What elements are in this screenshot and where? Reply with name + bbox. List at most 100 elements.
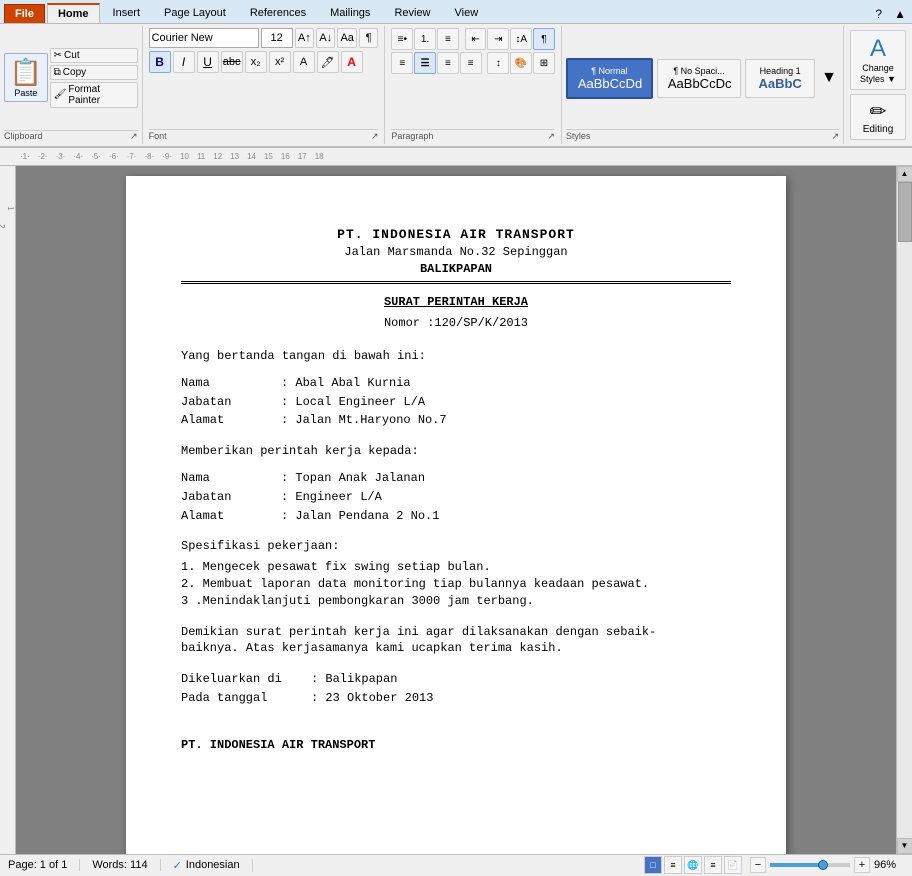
change-styles-label: Change Styles ▼	[855, 63, 901, 85]
full-reading-button[interactable]: ≡	[664, 856, 682, 874]
zoom-in-button[interactable]: +	[854, 857, 870, 873]
zoom-out-button[interactable]: −	[750, 857, 766, 873]
align-right-button[interactable]: ≡	[437, 52, 459, 74]
doc-header: PT. INDONESIA AIR TRANSPORT Jalan Marsma…	[181, 226, 731, 278]
line-spacing-button[interactable]: ↕	[487, 52, 509, 74]
style-heading1-button[interactable]: Heading 1 AaBbC	[745, 59, 815, 98]
footer-company: PT. INDONESIA AIR TRANSPORT	[181, 737, 731, 754]
multilevel-button[interactable]: ≡	[437, 28, 459, 50]
change-styles-button[interactable]: A Change Styles ▼	[850, 30, 906, 90]
spesifikasi-title: Spesifikasi pekerjaan:	[181, 538, 731, 555]
align-center-button[interactable]: ☰	[414, 52, 436, 74]
numbering-button[interactable]: 1.	[414, 28, 436, 50]
tab-file[interactable]: File	[4, 4, 45, 23]
tab-view[interactable]: View	[444, 3, 490, 23]
scroll-down-button[interactable]: ▼	[897, 838, 912, 854]
tab-mailings[interactable]: Mailings	[319, 3, 381, 23]
company-city: BALIKPAPAN	[181, 261, 731, 278]
cut-button[interactable]: ✂Cut	[50, 48, 138, 63]
tab-review[interactable]: Review	[383, 3, 441, 23]
show-hide-button[interactable]: ¶	[359, 28, 378, 48]
justify-button[interactable]: ≡	[460, 52, 482, 74]
clipboard-group: 📋 Paste ✂Cut ⧉Copy 🖌Format Painter Clipb…	[0, 26, 143, 144]
clear-format-button[interactable]: Aa	[337, 28, 356, 48]
surat-title: SURAT PERINTAH KERJA	[181, 294, 731, 311]
styles-group-label: Styles↗	[566, 129, 839, 142]
ribbon-content: 📋 Paste ✂Cut ⧉Copy 🖌Format Painter Clipb…	[0, 24, 912, 148]
web-layout-button[interactable]: 🌐	[684, 856, 702, 874]
copy-button[interactable]: ⧉Copy	[50, 65, 138, 80]
align-left-button[interactable]: ≡	[391, 52, 413, 74]
zoom-slider-thumb[interactable]	[818, 860, 828, 870]
strikethrough-button[interactable]: abc	[221, 51, 243, 73]
decrease-font-button[interactable]: A↓	[316, 28, 335, 48]
close-ribbon-button[interactable]: ▲	[888, 5, 912, 23]
decrease-indent-button[interactable]: ⇤	[465, 28, 487, 50]
scroll-up-button[interactable]: ▲	[897, 166, 912, 182]
language-check-icon: ✓	[173, 859, 182, 872]
styles-more-button[interactable]: ▼	[819, 67, 839, 89]
editing-button[interactable]: ✏ Editing	[850, 94, 906, 140]
tab-home[interactable]: Home	[47, 3, 100, 23]
paragraph-group-label: Paragraph↗	[391, 129, 554, 142]
scroll-thumb[interactable]	[898, 182, 912, 242]
font-color-button[interactable]: A	[341, 51, 363, 73]
style-normal-button[interactable]: ¶ Normal AaBbCcDd	[566, 58, 653, 99]
bold-button[interactable]: B	[149, 51, 171, 73]
tab-insert[interactable]: Insert	[102, 3, 152, 23]
paste-button[interactable]: 📋 Paste	[4, 53, 48, 102]
language-indicator[interactable]: ✓ Indonesian	[161, 859, 253, 872]
font-group-label: Font↗	[149, 129, 379, 142]
surat-nomor: Nomor :120/SP/K/2013	[181, 315, 731, 332]
shading-button[interactable]: 🎨	[510, 52, 532, 74]
text-effects-button[interactable]: A	[293, 51, 315, 73]
bridge-text: Memberikan perintah kerja kepada:	[181, 443, 731, 460]
issuer-nama: Nama : Abal Abal Kurnia	[181, 375, 731, 392]
zoom-slider-fill	[770, 863, 820, 867]
highlight-button[interactable]: 🖊	[317, 51, 339, 73]
clipboard-group-label: Clipboard↗	[4, 130, 138, 142]
help-button[interactable]: ?	[869, 5, 888, 23]
font-name-select[interactable]	[149, 28, 259, 48]
doc-page: PT. INDONESIA AIR TRANSPORT Jalan Marsma…	[126, 176, 786, 854]
superscript-button[interactable]: x²	[269, 51, 291, 73]
company-address: Jalan Marsmanda No.32 Sepinggan	[181, 244, 731, 261]
outline-button[interactable]: ≡	[704, 856, 722, 874]
doc-scroll[interactable]: PT. INDONESIA AIR TRANSPORT Jalan Marsma…	[16, 166, 896, 854]
editing-label: Editing	[863, 124, 894, 135]
subscript-button[interactable]: x₂	[245, 51, 267, 73]
paragraph-group: ≡• 1. ≡ ⇤ ⇥ ↕A ¶ ≡ ☰ ≡ ≡ ↕ 🎨 ⊞ Paragraph…	[385, 26, 561, 144]
issuer-jabatan: Jabatan : Local Engineer L/A	[181, 394, 731, 411]
receiver-alamat: Alamat : Jalan Pendana 2 No.1	[181, 508, 731, 525]
tab-page-layout[interactable]: Page Layout	[153, 3, 237, 23]
change-styles-icon: A	[870, 35, 886, 63]
showhide-para-button[interactable]: ¶	[533, 28, 555, 50]
increase-indent-button[interactable]: ⇥	[487, 28, 509, 50]
print-layout-button[interactable]: □	[644, 856, 662, 874]
tanggal-row: Pada tanggal : 23 Oktober 2013	[181, 690, 731, 707]
zoom-level[interactable]: 96%	[874, 859, 904, 871]
draft-button[interactable]: 📄	[724, 856, 742, 874]
style-nospace-button[interactable]: ¶ No Spaci... AaBbCcDc	[657, 59, 741, 98]
issuer-alamat: Alamat : Jalan Mt.Haryono No.7	[181, 412, 731, 429]
zoom-controls: − + 96%	[750, 857, 904, 873]
paste-icon: 📋	[10, 57, 42, 88]
zoom-slider-track[interactable]	[770, 863, 850, 867]
borders-button[interactable]: ⊞	[533, 52, 555, 74]
spesifikasi-2: 2. Membuat laporan data monitoring tiap …	[181, 576, 731, 593]
sort-button[interactable]: ↕A	[510, 28, 532, 50]
receiver-nama: Nama : Topan Anak Jalanan	[181, 470, 731, 487]
bullets-button[interactable]: ≡•	[391, 28, 413, 50]
scrollbar[interactable]: ▲ ▼	[896, 166, 912, 854]
tab-references[interactable]: References	[239, 3, 317, 23]
underline-button[interactable]: U	[197, 51, 219, 73]
spesifikasi-3: 3 .Menindaklanjuti pembongkaran 3000 jam…	[181, 593, 731, 610]
format-painter-button[interactable]: 🖌Format Painter	[50, 82, 138, 108]
italic-button[interactable]: I	[173, 51, 195, 73]
penutup-text: Demikian surat perintah kerja ini agar d…	[181, 624, 731, 658]
intro-text: Yang bertanda tangan di bawah ini:	[181, 348, 731, 365]
page-status: Page: 1 of 1	[8, 859, 80, 871]
scroll-track[interactable]	[897, 182, 912, 838]
increase-font-button[interactable]: A↑	[295, 28, 314, 48]
font-size-select[interactable]	[261, 28, 293, 48]
